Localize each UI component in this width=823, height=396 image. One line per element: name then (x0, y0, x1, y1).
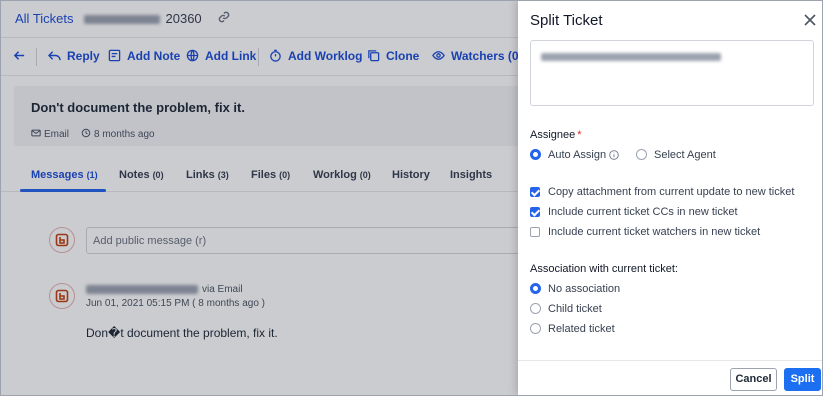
redacted-description (541, 53, 721, 61)
copy-attachment-label: Copy attachment from current update to n… (548, 186, 795, 198)
include-ccs-checkbox[interactable] (530, 207, 540, 217)
association-label: Association with current ticket: (530, 263, 678, 275)
split-button[interactable]: Split (784, 368, 821, 391)
auto-assign-radio[interactable] (530, 149, 541, 160)
include-ccs-label: Include current ticket CCs in new ticket (548, 206, 738, 218)
auto-assign-label: Auto Assign (548, 149, 607, 161)
cancel-button[interactable]: Cancel (730, 368, 777, 391)
include-watchers-checkbox[interactable] (530, 227, 540, 237)
panel-title: Split Ticket (530, 12, 603, 29)
select-agent-label: Select Agent (654, 149, 716, 161)
copy-attachment-checkbox[interactable] (530, 187, 540, 197)
select-agent-radio[interactable] (636, 149, 647, 160)
related-ticket-radio[interactable] (530, 323, 541, 334)
close-icon (804, 14, 816, 26)
no-association-label: No association (548, 283, 621, 295)
include-watchers-label: Include current ticket watchers in new t… (548, 226, 761, 238)
required-marker: * (577, 129, 582, 141)
assignee-label: Assignee * (530, 129, 582, 141)
child-ticket-label: Child ticket (548, 303, 602, 315)
close-button[interactable] (803, 13, 817, 27)
split-ticket-panel: Split Ticket Assignee * Auto Assign Selec… (518, 0, 823, 396)
description-editor[interactable] (530, 40, 814, 106)
modal-backdrop[interactable] (0, 0, 518, 396)
child-ticket-radio[interactable] (530, 303, 541, 314)
no-association-radio[interactable] (530, 283, 541, 294)
related-ticket-label: Related ticket (548, 323, 615, 335)
info-icon[interactable] (609, 150, 619, 160)
assignee-label-text: Assignee (530, 129, 576, 141)
panel-footer: Cancel Split (518, 360, 823, 396)
